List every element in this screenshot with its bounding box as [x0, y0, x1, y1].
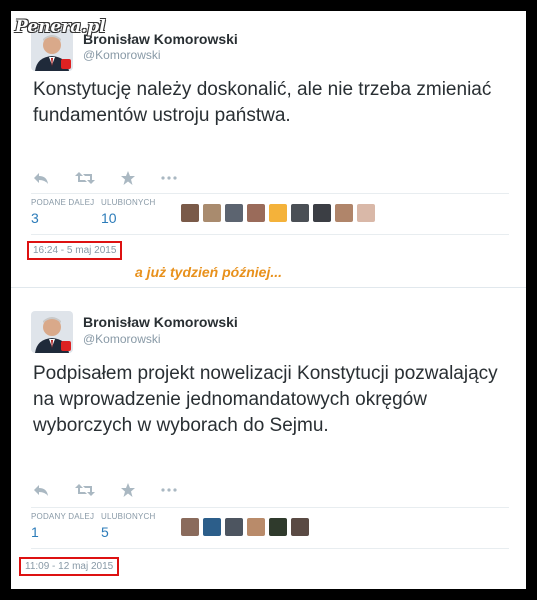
- retweets-label: PODANE DALEJ: [31, 198, 95, 207]
- watermark: Penera.pl: [15, 17, 106, 37]
- retweets-label: PODANY DALEJ: [31, 512, 95, 521]
- more-icon[interactable]: [161, 176, 177, 180]
- favorites-value: 10: [101, 210, 117, 226]
- user-handle[interactable]: @Komorowski: [83, 332, 161, 346]
- favoriter-avatar[interactable]: [247, 204, 265, 222]
- screenshot-frame: Penera.pl Bronisław Komorowski @Komorows…: [11, 11, 526, 589]
- favoriter-avatar[interactable]: [269, 518, 287, 536]
- favorites-label: ULUBIONYCH: [101, 198, 156, 207]
- favoriter-avatars: [181, 518, 309, 536]
- tweet-timestamp[interactable]: 11:09 - 12 maj 2015: [19, 557, 120, 576]
- favoriter-avatar[interactable]: [291, 518, 309, 536]
- user-handle[interactable]: @Komorowski: [83, 48, 161, 62]
- favoriter-avatars: [181, 204, 375, 222]
- reply-icon[interactable]: [33, 483, 49, 497]
- favorite-count[interactable]: ULUBIONYCH 5: [101, 512, 155, 540]
- retweet-count[interactable]: PODANY DALEJ 1: [31, 512, 94, 540]
- favoriter-avatar[interactable]: [181, 204, 199, 222]
- tweet-text: Podpisałem projekt nowelizacji Konstytuc…: [33, 363, 498, 436]
- more-icon[interactable]: [161, 488, 177, 492]
- tweet-1: Bronisław Komorowski @Komorowski Konstyt…: [11, 11, 526, 283]
- avatar[interactable]: [31, 311, 73, 353]
- favoriter-avatar[interactable]: [225, 518, 243, 536]
- favorites-value: 5: [101, 524, 109, 540]
- display-name[interactable]: Bronisław Komorowski: [83, 31, 238, 47]
- retweet-icon[interactable]: [75, 483, 95, 497]
- favorite-count[interactable]: ULUBIONYCH 10: [101, 198, 155, 226]
- tweet-actions: [33, 169, 177, 187]
- tweet-timestamp[interactable]: 16:24 - 5 maj 2015: [27, 241, 123, 260]
- favorite-star-icon[interactable]: [121, 171, 135, 185]
- favorites-label: ULUBIONYCH: [101, 512, 156, 521]
- display-name[interactable]: Bronisław Komorowski: [83, 314, 238, 330]
- favoriter-avatar[interactable]: [181, 518, 199, 536]
- favoriter-avatar[interactable]: [203, 204, 221, 222]
- tweet-stats: PODANY DALEJ 1 ULUBIONYCH 5: [31, 507, 509, 549]
- tweet-text: Konstytucję należy doskonalić, ale nie t…: [33, 79, 492, 126]
- tweet-divider: [11, 287, 526, 288]
- favoriter-avatar[interactable]: [357, 204, 375, 222]
- retweet-count[interactable]: PODANE DALEJ 3: [31, 198, 94, 226]
- tweet-actions: [33, 481, 177, 499]
- favorite-star-icon[interactable]: [121, 483, 135, 497]
- separator-caption: a już tydzień później...: [135, 264, 283, 280]
- favoriter-avatar[interactable]: [203, 518, 221, 536]
- retweets-value: 3: [31, 210, 39, 226]
- favoriter-avatar[interactable]: [247, 518, 265, 536]
- favoriter-avatar[interactable]: [313, 204, 331, 222]
- favoriter-avatar[interactable]: [269, 204, 287, 222]
- favoriter-avatar[interactable]: [225, 204, 243, 222]
- tweet-stats: PODANE DALEJ 3 ULUBIONYCH 10: [31, 193, 509, 235]
- favoriter-avatar[interactable]: [291, 204, 309, 222]
- retweets-value: 1: [31, 524, 39, 540]
- reply-icon[interactable]: [33, 171, 49, 185]
- favoriter-avatar[interactable]: [335, 204, 353, 222]
- tweet-2: Bronisław Komorowski @Komorowski Podpisa…: [11, 297, 526, 589]
- retweet-icon[interactable]: [75, 171, 95, 185]
